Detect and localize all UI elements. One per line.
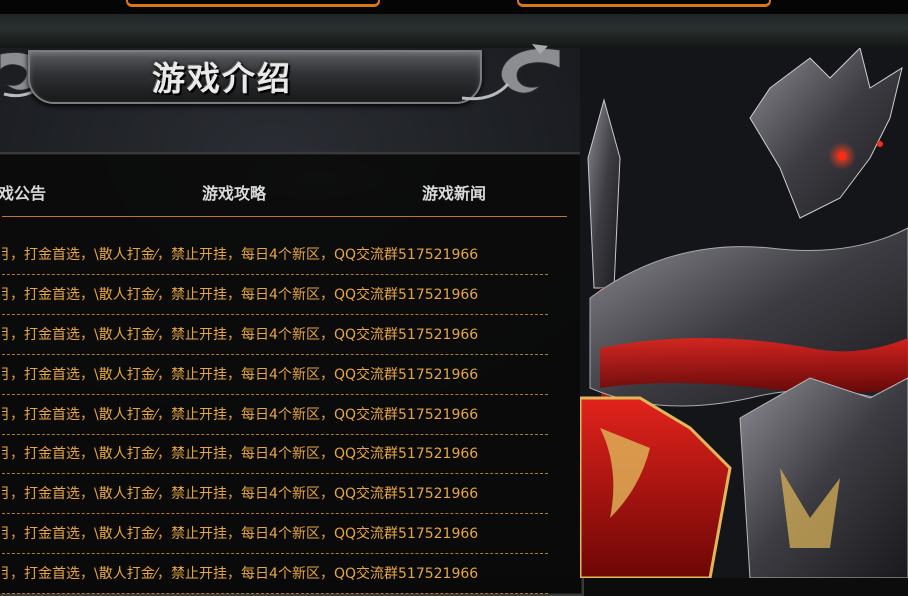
tab-guides[interactable]: 游戏攻略 (202, 180, 266, 204)
news-item[interactable]: 月，打金首选，\散人打金⁄，禁止开挂，每日4个新区，QQ交流群517521966 (2, 236, 548, 275)
news-list: 月，打金首选，\散人打金⁄，禁止开挂，每日4个新区，QQ交流群517521966… (2, 236, 548, 595)
tab-news[interactable]: 游戏新闻 (422, 180, 486, 204)
news-item-text: 月，打金首选，\散人打金⁄，禁止开挂，每日4个新区，QQ交流群517521966 (2, 366, 479, 383)
news-item[interactable]: 月，打金首选，\散人打金⁄，禁止开挂，每日4个新区，QQ交流群517521966 (2, 515, 548, 555)
news-tabs: 戏公告 游戏攻略 游戏新闻 (0, 164, 567, 217)
news-panel: 戏公告 游戏攻略 游戏新闻 月，打金首选，\散人打金⁄，禁止开挂，每日4个新区，… (0, 152, 584, 596)
news-item-text: 月，打金首选，\散人打金⁄，禁止开挂，每日4个新区，QQ交流群517521966 (2, 446, 479, 463)
news-item[interactable]: 月，打金首选，\散人打金⁄，禁止开挂，每日4个新区，QQ交流群517521966 (2, 276, 548, 315)
news-item-text: 月，打金首选，\散人打金⁄，禁止开挂，每日4个新区，QQ交流群517521966 (2, 566, 479, 583)
section-title: 游戏介绍 (152, 59, 292, 98)
top-nav-tab-left[interactable] (126, 0, 380, 7)
news-item[interactable]: 月，打金首选，\散人打金⁄，禁止开挂，每日4个新区，QQ交流群517521966 (2, 555, 548, 595)
top-strip (0, 0, 908, 14)
top-nav-tab-right[interactable] (517, 0, 771, 7)
warrior-illustration (580, 48, 908, 578)
news-item-text: 月，打金首选，\散人打金⁄，禁止开挂，每日4个新区，QQ交流群517521966 (2, 247, 479, 263)
tab-announcements[interactable]: 戏公告 (0, 180, 46, 204)
metal-band (0, 14, 908, 48)
news-item[interactable]: 月，打金首选，\散人打金⁄，禁止开挂，每日4个新区，QQ交流群517521966 (2, 316, 548, 355)
news-item[interactable]: 月，打金首选，\散人打金⁄，禁止开挂，每日4个新区，QQ交流群517521966 (2, 435, 548, 475)
section-title-banner: 游戏介绍 (0, 44, 560, 106)
news-item-text: 月，打金首选，\散人打金⁄，禁止开挂，每日4个新区，QQ交流群517521966 (2, 286, 479, 303)
news-item[interactable]: 月，打金首选，\散人打金⁄，禁止开挂，每日4个新区，QQ交流群517521966 (2, 396, 548, 435)
news-item-text: 月，打金首选，\散人打金⁄，禁止开挂，每日4个新区，QQ交流群517521966 (2, 406, 479, 423)
news-item-text: 月，打金首选，\散人打金⁄，禁止开挂，每日4个新区，QQ交流群517521966 (2, 526, 479, 543)
news-item[interactable]: 月，打金首选，\散人打金⁄，禁止开挂，每日4个新区，QQ交流群517521966 (2, 475, 548, 515)
news-item-text: 月，打金首选，\散人打金⁄，禁止开挂，每日4个新区，QQ交流群517521966 (2, 326, 479, 343)
scroll-ornament-right-icon (462, 44, 560, 101)
news-item-text: 月，打金首选，\散人打金⁄，禁止开挂，每日4个新区，QQ交流群517521966 (2, 486, 479, 503)
news-item[interactable]: 月，打金首选，\散人打金⁄，禁止开挂，每日4个新区，QQ交流群517521966 (2, 356, 548, 395)
